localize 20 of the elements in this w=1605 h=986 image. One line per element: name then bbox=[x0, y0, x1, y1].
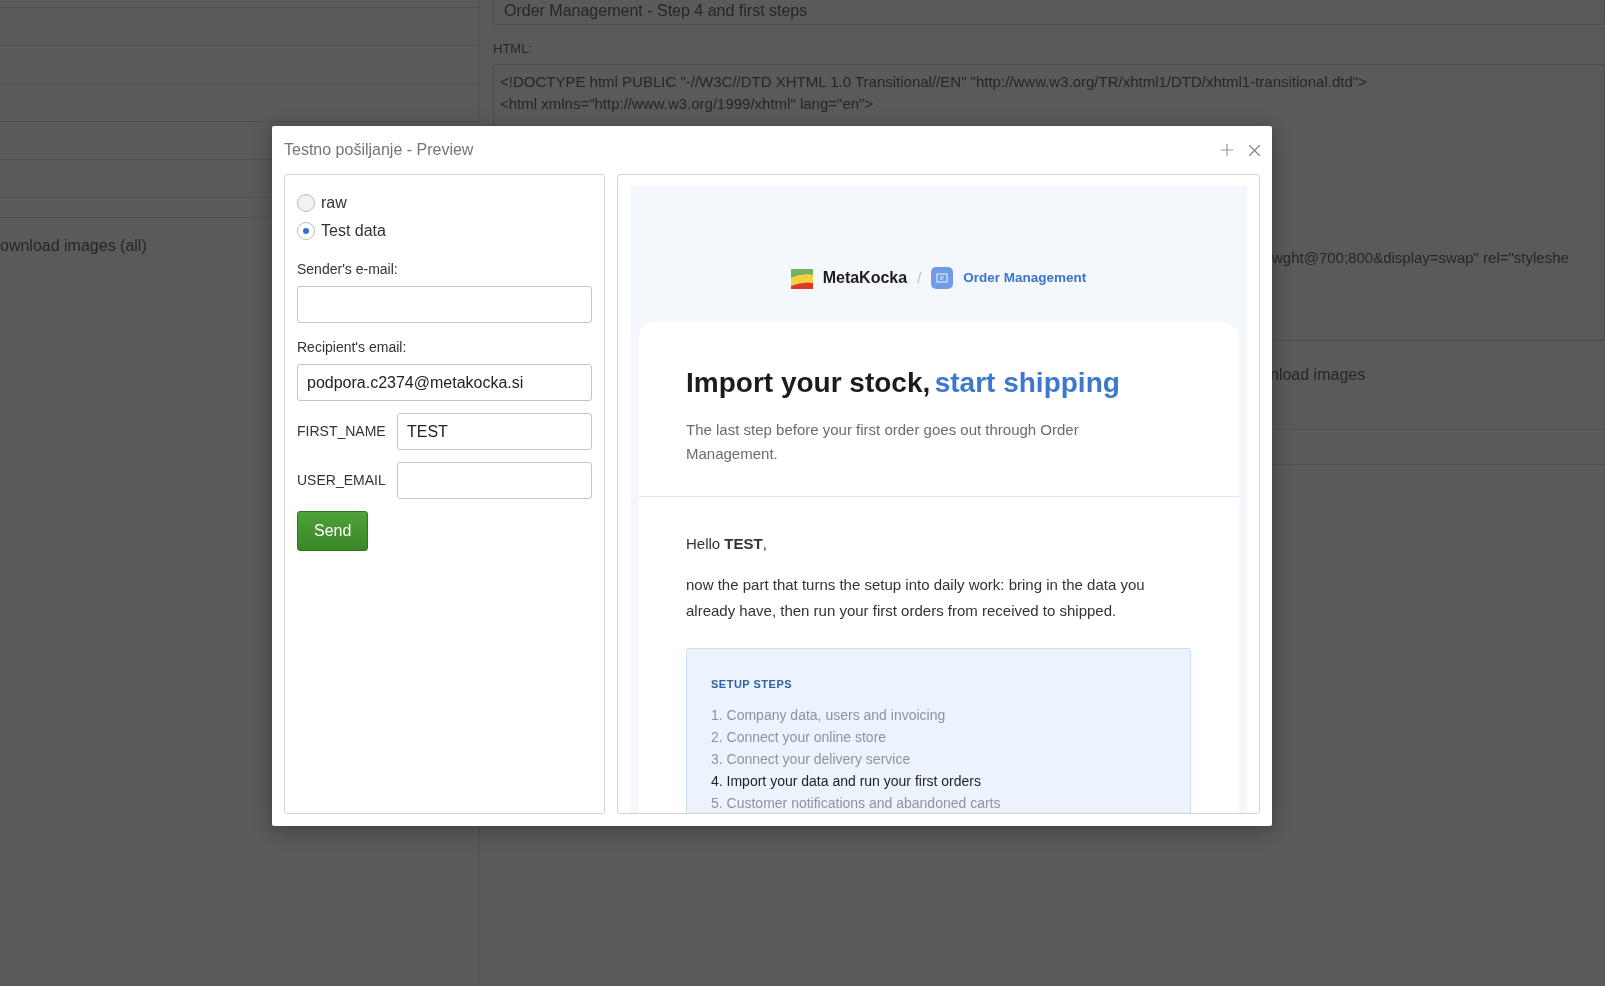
step-item: 4. Import your data and run your first orders bbox=[711, 772, 982, 791]
steps-title: SETUP STEPS bbox=[711, 676, 793, 692]
radio-label: raw bbox=[321, 193, 347, 213]
variable-label: USER_EMAIL bbox=[297, 471, 387, 490]
breadcrumb-separator: / bbox=[917, 267, 922, 288]
email-subtitle: The last step before your first order goes out through Order Management. bbox=[686, 420, 1080, 464]
field-label: Recipient's email: bbox=[297, 338, 407, 357]
intro-paragraph: now the part that turns the setup into daily work: bring in the data you already have, then run your first orders from received to shipped. bbox=[686, 574, 1146, 621]
radio-label: Test data bbox=[321, 221, 386, 241]
product-name: Order Management bbox=[963, 268, 1087, 287]
brand-name: MetaKocka bbox=[822, 268, 908, 288]
dialog-title: Testno pošiljanje - Preview bbox=[284, 140, 474, 160]
greeting-text: Hello TEST, bbox=[686, 534, 768, 554]
step-item: 3. Connect your delivery service bbox=[711, 750, 912, 769]
step-item: 2. Connect your online store bbox=[711, 728, 888, 747]
variable-label: FIRST_NAME bbox=[297, 422, 387, 441]
step-item: 1. Company data, users and invoicing bbox=[711, 706, 947, 725]
field-label: Sender's e-mail: bbox=[297, 260, 398, 279]
step-item: 5. Customer notifications and abandoned carts bbox=[711, 794, 1002, 813]
email-heading: Import your stock,start shipping bbox=[686, 366, 1121, 400]
